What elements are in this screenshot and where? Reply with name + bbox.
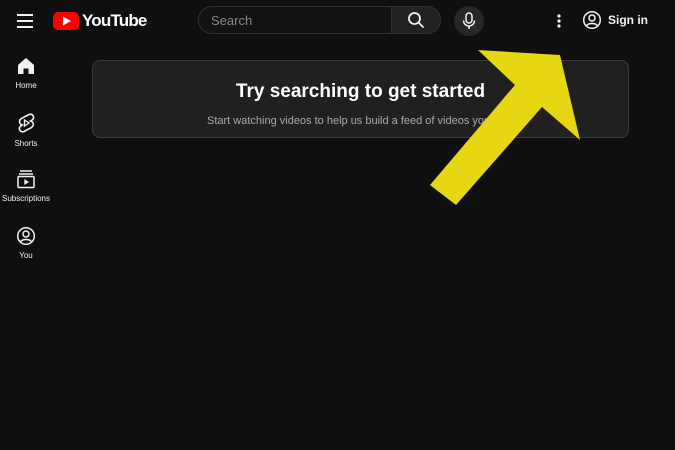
top-bar: YouTube Sign in [0,0,675,42]
microphone-icon [462,12,476,29]
hamburger-menu-icon [17,14,33,28]
you-icon [16,226,36,246]
sidebar-item-label: You [19,251,33,260]
subscriptions-icon [17,170,35,189]
prompt-title: Try searching to get started [235,81,486,102]
prompt-subtitle: Start watching videos to help us build a… [207,115,524,127]
home-icon [18,58,34,74]
logo-wordmark: YouTube [82,11,147,30]
sidebar-item-label: Shorts [14,139,38,148]
youtube-play-logo-icon [53,12,79,30]
search-box [198,6,391,34]
sidebar-item-label: Home [15,81,37,90]
menu-button[interactable] [12,9,38,33]
sidebar-item-home[interactable]: Home [0,56,52,102]
sign-in-button[interactable]: Sign in [582,5,658,35]
youtube-logo[interactable]: YouTube [53,11,147,31]
settings-more-button[interactable] [549,10,569,32]
sign-in-label: Sign in [608,13,648,27]
shorts-icon [18,113,35,133]
sidebar-item-subscriptions[interactable]: Subscriptions [0,169,52,215]
more-vertical-icon [557,14,561,28]
voice-search-button[interactable] [454,6,484,36]
search-input[interactable] [199,7,391,33]
empty-feed-prompt: Try searching to get started Start watch… [92,60,629,138]
sidebar-item-label: Subscriptions [1,194,51,203]
sidebar-item-shorts[interactable]: Shorts [0,112,52,158]
search-button[interactable] [391,6,441,34]
sidebar-item-you[interactable]: You [0,226,52,272]
account-circle-icon [582,10,602,30]
search-icon [408,12,424,28]
